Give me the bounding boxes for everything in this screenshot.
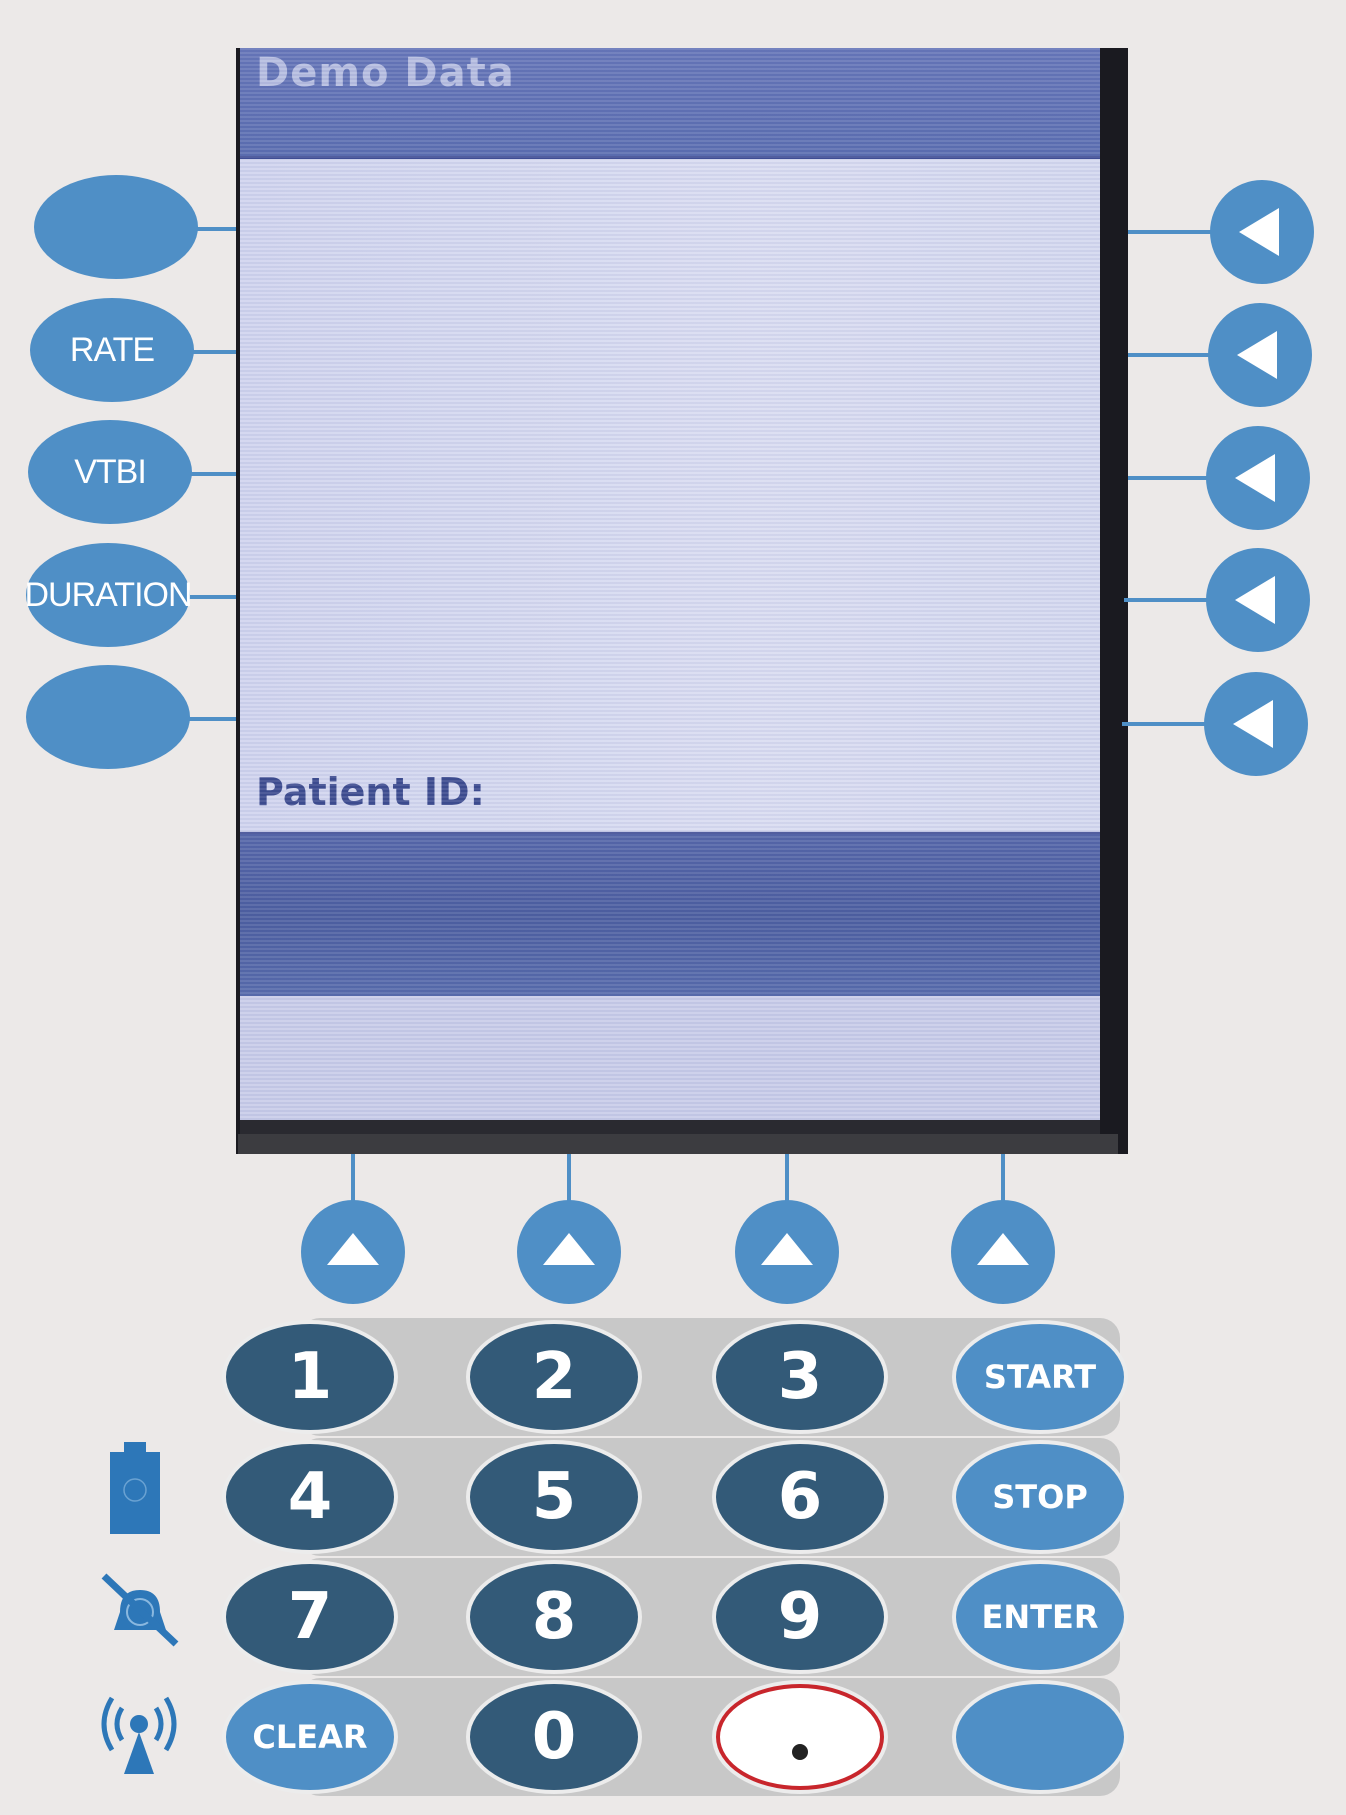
triangle-up-icon	[977, 1233, 1029, 1265]
screen-title: Demo Data	[256, 50, 515, 96]
patient-id-label: Patient ID:	[256, 770, 485, 814]
key-7-label: 7	[287, 1580, 333, 1654]
triangle-up-icon	[327, 1233, 379, 1265]
screen-footer	[240, 996, 1100, 1120]
decimal-dot-icon	[792, 1744, 808, 1760]
clear-button-label: CLEAR	[252, 1718, 368, 1756]
patient-id-field[interactable]	[240, 832, 1100, 998]
right-softkey-1[interactable]	[1210, 180, 1314, 284]
triangle-left-icon	[1233, 700, 1273, 748]
key-8-label: 8	[531, 1580, 577, 1654]
start-button[interactable]: START	[956, 1324, 1124, 1430]
right-softkey-4[interactable]	[1206, 548, 1310, 652]
key-6[interactable]: 6	[716, 1444, 884, 1550]
stop-button[interactable]: STOP	[956, 1444, 1124, 1550]
key-2[interactable]: 2	[470, 1324, 638, 1430]
key-9-label: 9	[777, 1580, 823, 1654]
screen-bezel-bottom	[240, 1120, 1100, 1134]
key-8[interactable]: 8	[470, 1564, 638, 1670]
key-3-label: 3	[777, 1340, 823, 1414]
connector-line	[1128, 476, 1210, 480]
key-3[interactable]: 3	[716, 1324, 884, 1430]
bottom-softkey-4[interactable]	[951, 1200, 1055, 1304]
connector-line	[192, 350, 236, 354]
key-4-label: 4	[287, 1460, 333, 1534]
right-softkey-5[interactable]	[1204, 672, 1308, 776]
right-softkey-2[interactable]	[1208, 303, 1312, 407]
connector-line	[1124, 598, 1210, 602]
bottom-softkey-1[interactable]	[301, 1200, 405, 1304]
right-softkey-3[interactable]	[1206, 426, 1310, 530]
key-0-label: 0	[531, 1700, 577, 1774]
battery-icon	[108, 1440, 162, 1541]
key-6-label: 6	[777, 1460, 823, 1534]
triangle-up-icon	[543, 1233, 595, 1265]
triangle-left-icon	[1235, 454, 1275, 502]
connector-line	[188, 717, 236, 721]
key-9[interactable]: 9	[716, 1564, 884, 1670]
rate-button-label: RATE	[69, 330, 155, 369]
left-softkey-1[interactable]	[34, 175, 198, 279]
connector-line	[188, 595, 236, 599]
display-screen: Demo Data Patient ID:	[240, 48, 1100, 1120]
connector-line	[196, 227, 236, 231]
triangle-up-icon	[761, 1233, 813, 1265]
connector-line	[1128, 230, 1214, 234]
key-4[interactable]: 4	[226, 1444, 394, 1550]
left-softkey-5[interactable]	[26, 665, 190, 769]
duration-button[interactable]: DURATION	[24, 543, 193, 647]
key-5[interactable]: 5	[470, 1444, 638, 1550]
stop-button-label: STOP	[992, 1478, 1088, 1516]
title-bar: Demo Data	[240, 48, 1100, 159]
bottom-softkey-3[interactable]	[735, 1200, 839, 1304]
bottom-softkey-2[interactable]	[517, 1200, 621, 1304]
vtbi-button-label: VTBI	[74, 452, 147, 491]
triangle-left-icon	[1237, 331, 1277, 379]
connector-line	[1122, 722, 1208, 726]
start-button-label: START	[983, 1358, 1097, 1396]
key-2-label: 2	[531, 1340, 577, 1414]
duration-button-label: DURATION	[24, 575, 192, 614]
vtbi-button[interactable]: VTBI	[28, 420, 192, 524]
wireless-icon	[94, 1688, 184, 1783]
key-1-label: 1	[287, 1340, 333, 1414]
content-area	[240, 159, 1100, 831]
key-1[interactable]: 1	[226, 1324, 394, 1430]
connector-line	[190, 472, 236, 476]
key-0[interactable]: 0	[470, 1684, 638, 1790]
no-alarm-icon	[100, 1572, 180, 1653]
key-5-label: 5	[531, 1460, 577, 1534]
screen-bezel-shadow	[238, 1134, 1118, 1154]
decimal-point-button[interactable]	[716, 1684, 884, 1790]
enter-button-label: ENTER	[981, 1598, 1099, 1636]
connector-line	[1128, 353, 1212, 357]
triangle-left-icon	[1235, 576, 1275, 624]
rate-button[interactable]: RATE	[30, 298, 194, 402]
key-7[interactable]: 7	[226, 1564, 394, 1670]
triangle-left-icon	[1239, 208, 1279, 256]
blank-key[interactable]	[956, 1684, 1124, 1790]
clear-button[interactable]: CLEAR	[226, 1684, 394, 1790]
enter-button[interactable]: ENTER	[956, 1564, 1124, 1670]
